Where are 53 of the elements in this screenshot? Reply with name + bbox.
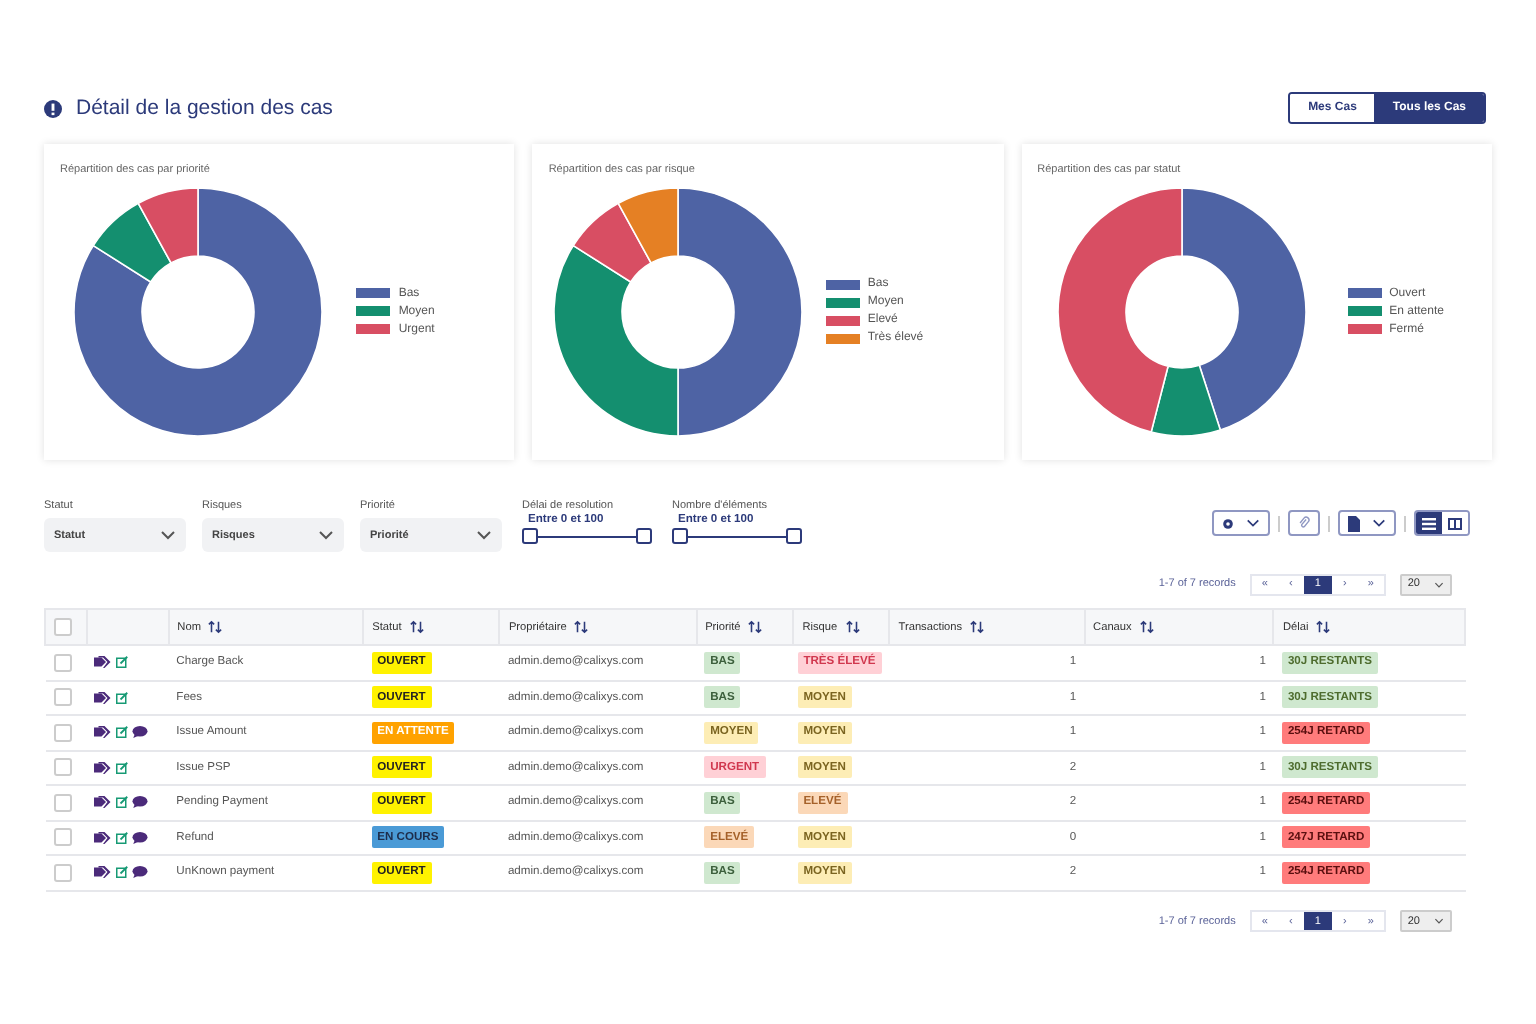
sort-icon (1139, 620, 1154, 634)
chevron-down-icon (1246, 518, 1260, 528)
slider-handle[interactable] (672, 528, 688, 544)
edit-icon (116, 761, 129, 774)
checkbox[interactable] (53, 863, 71, 882)
chevron-down-icon (1434, 581, 1444, 587)
checkbox[interactable] (53, 688, 71, 707)
checkbox[interactable] (53, 653, 71, 672)
checkbox[interactable] (53, 793, 71, 812)
edit-icon (116, 691, 129, 704)
chevron-down-icon (1372, 518, 1386, 528)
tag-icon (94, 656, 113, 669)
checkbox[interactable] (53, 758, 71, 777)
edit-icon (116, 726, 129, 739)
sort-icon (970, 620, 985, 634)
sort-icon (1316, 620, 1331, 634)
view-button[interactable] (1416, 512, 1442, 534)
sort-icon (748, 620, 763, 634)
tag-icon (94, 796, 113, 809)
edit-icon (116, 831, 129, 844)
tag-icon (94, 866, 113, 879)
export-dropdown[interactable] (1338, 510, 1396, 536)
chevron-down-icon (160, 530, 176, 540)
chevron-down-icon (476, 530, 492, 540)
checkbox[interactable] (53, 723, 71, 742)
tag-icon (94, 691, 113, 704)
document-icon (1348, 515, 1360, 531)
view-button[interactable] (1442, 512, 1468, 534)
page-title: Détail de la gestion des cas (76, 96, 333, 120)
settings-dropdown[interactable] (1212, 510, 1270, 536)
gear-icon (1222, 517, 1234, 529)
sort-icon (208, 620, 223, 634)
sort-icon (574, 620, 589, 634)
tag-icon (94, 761, 113, 774)
edit-icon (116, 866, 129, 879)
chevron-down-icon (1434, 918, 1444, 924)
slider-handle[interactable] (786, 528, 802, 544)
checkbox[interactable] (53, 828, 71, 847)
tag-icon (94, 831, 113, 844)
alert-icon (44, 99, 62, 117)
paperclip-icon (1298, 516, 1310, 530)
attach-button[interactable] (1288, 510, 1320, 536)
columns-icon (1448, 517, 1462, 529)
edit-icon (116, 656, 129, 669)
edit-icon (116, 796, 129, 809)
tag-icon (94, 726, 113, 739)
slider-handle[interactable] (636, 528, 652, 544)
list-icon (1422, 517, 1436, 529)
checkbox[interactable] (54, 618, 72, 636)
sort-icon (409, 620, 424, 634)
sort-icon (845, 620, 860, 634)
slider-handle[interactable] (522, 528, 538, 544)
chevron-down-icon (318, 530, 334, 540)
